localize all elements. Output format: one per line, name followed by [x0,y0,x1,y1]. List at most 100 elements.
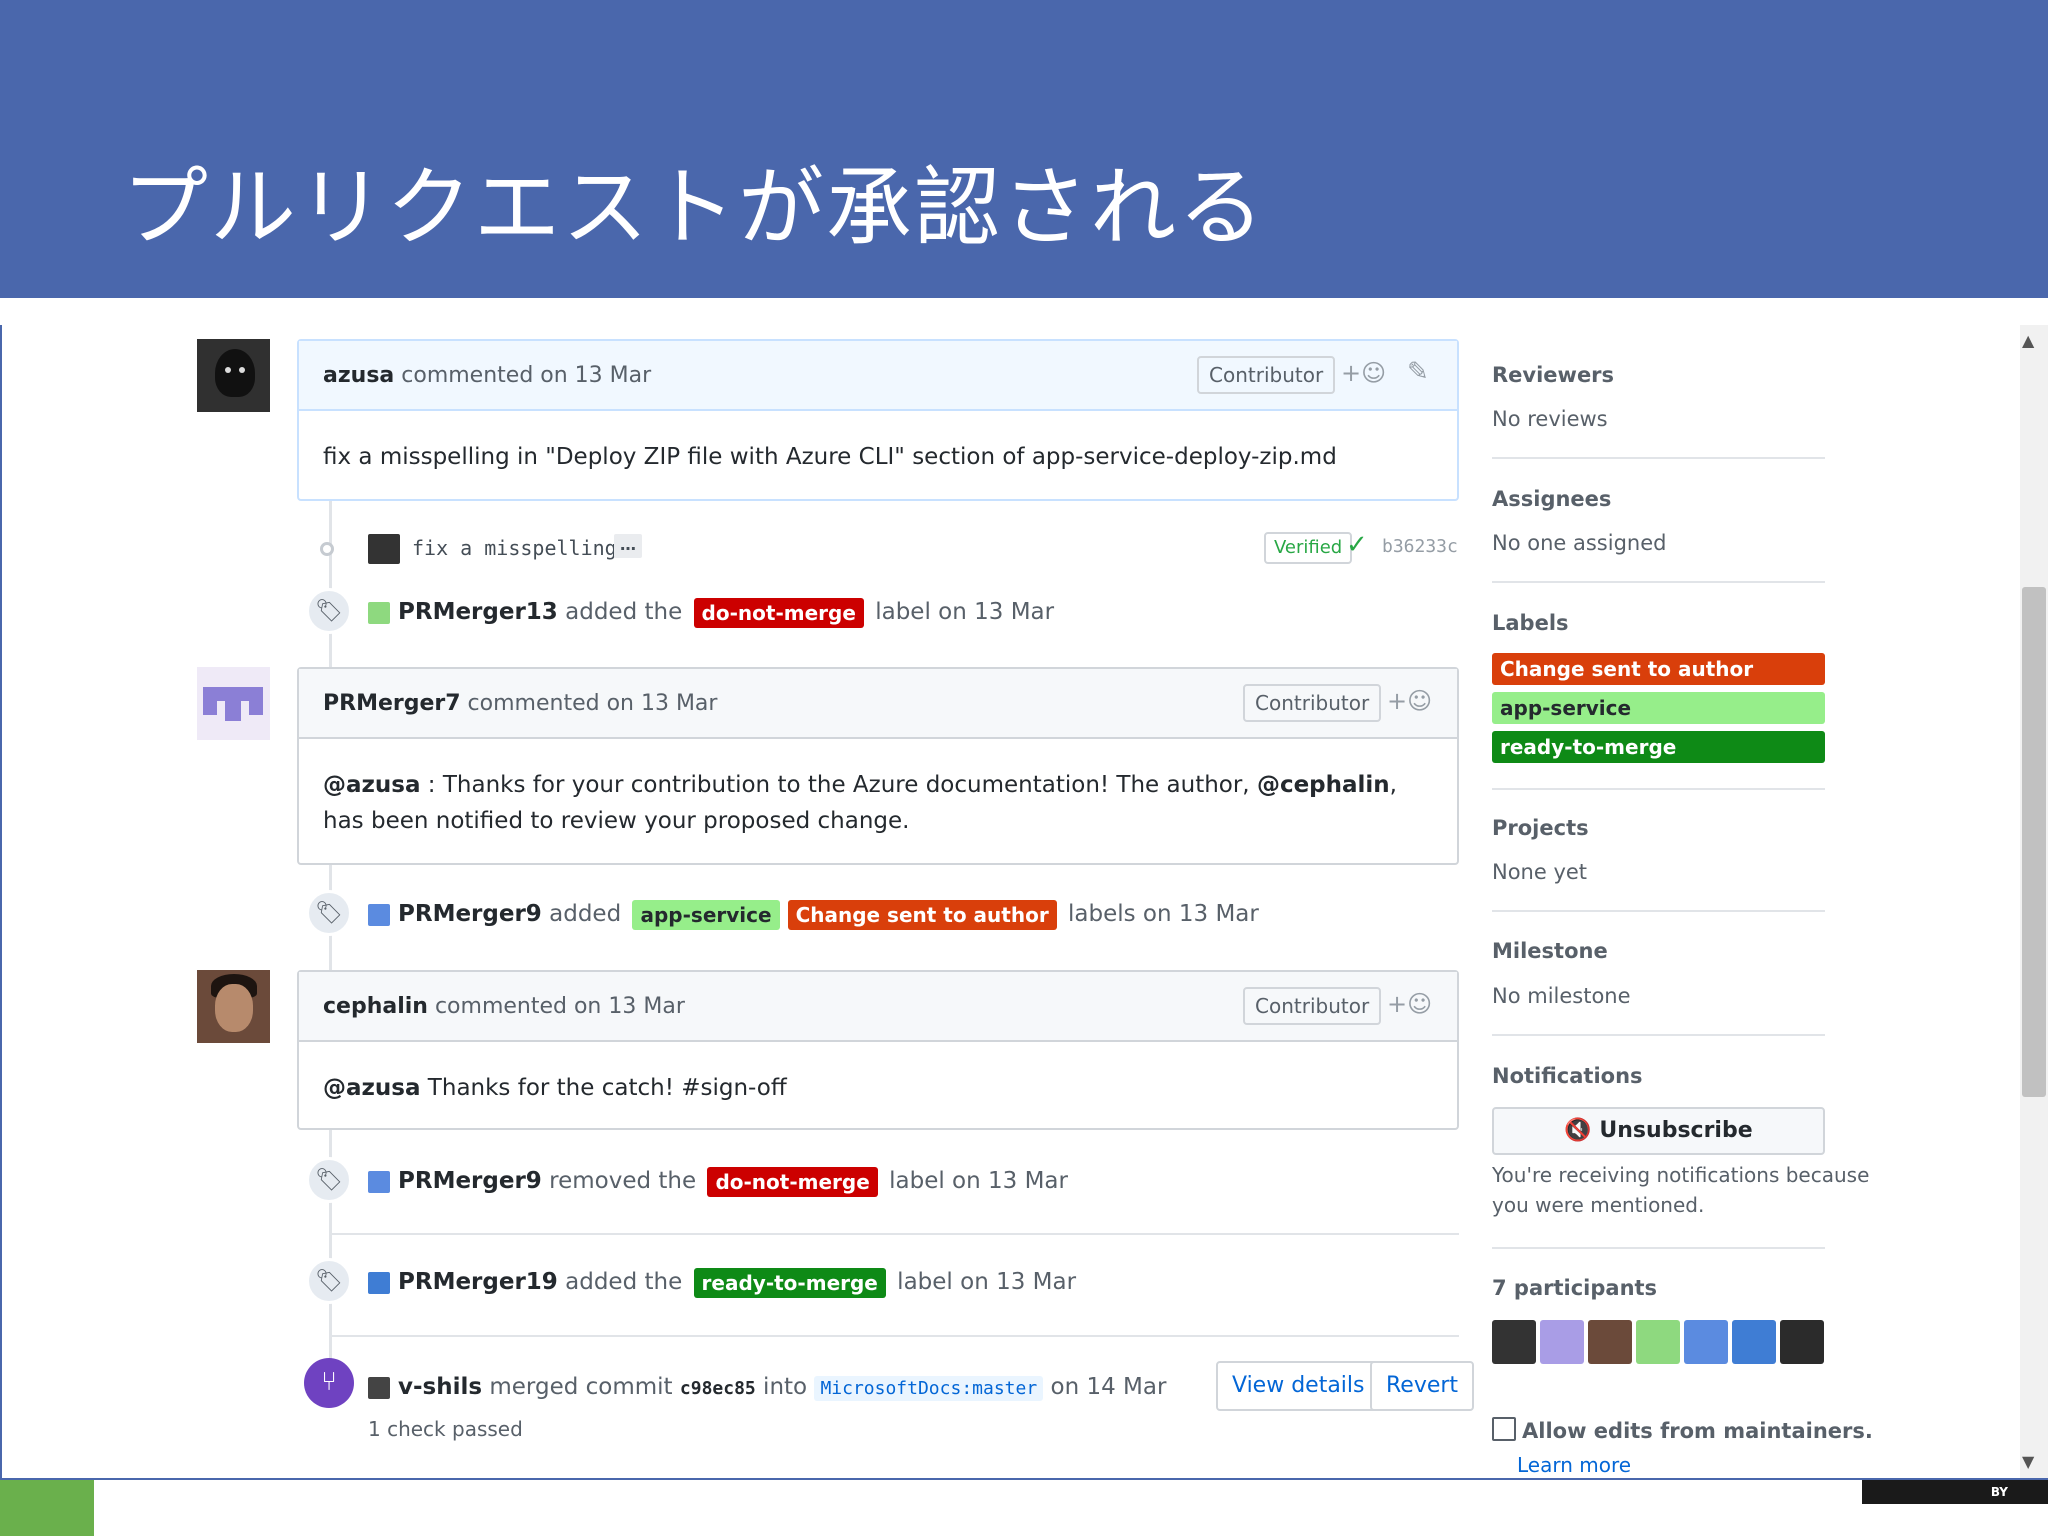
milestone-label[interactable]: Milestone [1492,939,1608,963]
labels-label[interactable]: Labels [1492,611,1569,635]
event-text: label on 13 Mar [889,1269,1077,1295]
commit-sha[interactable]: b36233c [1382,536,1458,557]
merge-text: into [755,1374,815,1400]
comment-cephalin: cephalin commented on 13 Mar Contributor… [297,970,1459,1130]
comment-prmerger7: PRMerger7 commented on 13 Mar Contributo… [297,667,1459,865]
participant-avatar[interactable] [1588,1320,1632,1364]
commit-dot-icon [320,542,334,556]
event-text: added [541,901,629,927]
allow-edits-label[interactable]: Allow edits from maintainers. [1522,1419,1873,1443]
revert-button[interactable]: Revert [1370,1361,1475,1411]
participant-avatar[interactable] [1540,1320,1584,1364]
event-label-added: PRMerger13 added the do-not-merge label … [368,595,1054,629]
sidebar-divider [1492,910,1825,912]
participant-avatar[interactable] [1636,1320,1680,1364]
event-actor[interactable]: PRMerger9 [398,901,542,927]
avatar-prmerger7[interactable] [197,667,270,740]
sidebar-label-ready-to-merge[interactable]: ready-to-merge [1492,731,1825,763]
mention-link[interactable]: @azusa [323,772,421,798]
scroll-up-icon[interactable]: ▲ [2022,331,2034,350]
tag-icon: 🏷 [306,588,352,634]
contributor-badge: Contributor [1197,356,1336,394]
comment-author[interactable]: PRMerger7 [323,691,461,716]
merge-text: merged commit [482,1374,680,1400]
edit-pencil-icon[interactable]: ✎ [1407,357,1429,387]
commit-message[interactable]: fix a misspelling [412,536,617,560]
comment-meta: commented on 13 Mar [427,994,685,1019]
milestone-value: No milestone [1492,984,1631,1008]
commit-author-avatar[interactable] [368,534,400,564]
event-actor[interactable]: PRMerger19 [398,1269,558,1295]
participant-avatar[interactable] [1780,1320,1824,1364]
notification-note-2: you were mentioned. [1492,1193,1705,1217]
slide-header: プルリクエストが承認される [0,0,2048,298]
sidebar-divider [1492,1034,1825,1036]
label-ready-to-merge[interactable]: ready-to-merge [693,1267,886,1298]
scrollbar-thumb[interactable] [2022,587,2046,1097]
actor-avatar[interactable] [368,1271,390,1294]
avatar-azusa[interactable] [197,339,270,412]
footer-accent [0,1480,94,1536]
scroll-down-icon[interactable]: ▼ [2022,1452,2034,1471]
sidebar-label-app-service[interactable]: app-service [1492,692,1825,724]
actor-avatar[interactable] [368,903,390,926]
participant-avatar[interactable] [1492,1320,1536,1364]
allow-edits-checkbox[interactable] [1492,1417,1516,1441]
participants-label: 7 participants [1492,1276,1658,1300]
merge-commit-sha[interactable]: c98ec85 [680,1378,756,1399]
actor-avatar[interactable] [368,1170,390,1193]
add-reaction-icon[interactable]: +☺ [1387,990,1432,1018]
comment-body: @azusa Thanks for the catch! #sign-off [299,1042,1457,1134]
checks-status[interactable]: 1 check passed [368,1417,523,1441]
event-label-removed: PRMerger9 removed the do-not-merge label… [368,1164,1068,1198]
tag-icon: 🏷 [306,890,352,936]
label-do-not-merge[interactable]: do-not-merge [693,597,864,628]
target-branch[interactable]: MicrosoftDocs:master [814,1376,1044,1401]
event-label-added: PRMerger19 added the ready-to-merge labe… [368,1265,1076,1299]
actor-avatar[interactable] [368,601,390,624]
event-actor[interactable]: PRMerger9 [398,1168,542,1194]
participant-avatar[interactable] [1684,1320,1728,1364]
notifications-label: Notifications [1492,1064,1643,1088]
timeline-divider [332,1335,1459,1337]
verified-badge[interactable]: Verified [1264,532,1353,564]
comment-azusa: azusa commented on 13 Mar Contributor +☺… [297,339,1459,501]
tag-icon: 🏷 [306,1157,352,1203]
event-text: labels on 13 Mar [1060,901,1259,927]
avatar-cephalin[interactable] [197,970,270,1043]
view-details-button[interactable]: View details [1216,1361,1381,1411]
comment-body: fix a misspelling in "Deploy ZIP file wi… [323,444,1337,470]
assignees-label[interactable]: Assignees [1492,487,1611,511]
reviewers-label[interactable]: Reviewers [1492,363,1614,387]
mention-link[interactable]: @cephalin [1257,772,1390,798]
unsubscribe-button[interactable]: 🔇 Unsubscribe [1492,1107,1825,1155]
projects-label[interactable]: Projects [1492,816,1589,840]
commit-expand-button[interactable]: … [614,534,642,558]
comment-meta: commented on 13 Mar [460,691,718,716]
event-actor[interactable]: PRMerger13 [398,599,558,625]
participant-avatar[interactable] [1732,1320,1776,1364]
label-do-not-merge[interactable]: do-not-merge [707,1166,878,1197]
event-text: added the [557,1269,690,1295]
merge-actor[interactable]: v-shils [398,1374,482,1400]
add-reaction-icon[interactable]: +☺ [1387,687,1432,715]
sidebar-label-change-sent[interactable]: Change sent to author [1492,653,1825,685]
comment-author[interactable]: azusa [323,363,394,388]
sidebar-divider [1492,788,1825,790]
label-app-service[interactable]: app-service [632,899,780,930]
unsubscribe-label: Unsubscribe [1599,1118,1753,1143]
merge-icon: ⑂ [304,1358,354,1408]
actor-avatar[interactable] [368,1376,390,1399]
learn-more-link[interactable]: Learn more [1517,1453,1631,1477]
comment-text: : Thanks for your contribution to the Az… [420,772,1257,798]
mention-link[interactable]: @azusa [323,1075,421,1101]
comment-meta: commented on 13 Mar [394,363,652,388]
sidebar-divider [1492,1247,1825,1249]
reviewers-value: No reviews [1492,407,1608,431]
merge-event: v-shils merged commit c98ec85 into Micro… [368,1374,1166,1401]
contributor-badge: Contributor [1243,987,1382,1025]
event-text: label on 13 Mar [881,1168,1068,1194]
label-change-sent[interactable]: Change sent to author [787,899,1057,930]
comment-author[interactable]: cephalin [323,994,428,1019]
add-reaction-icon[interactable]: +☺ [1341,359,1386,387]
